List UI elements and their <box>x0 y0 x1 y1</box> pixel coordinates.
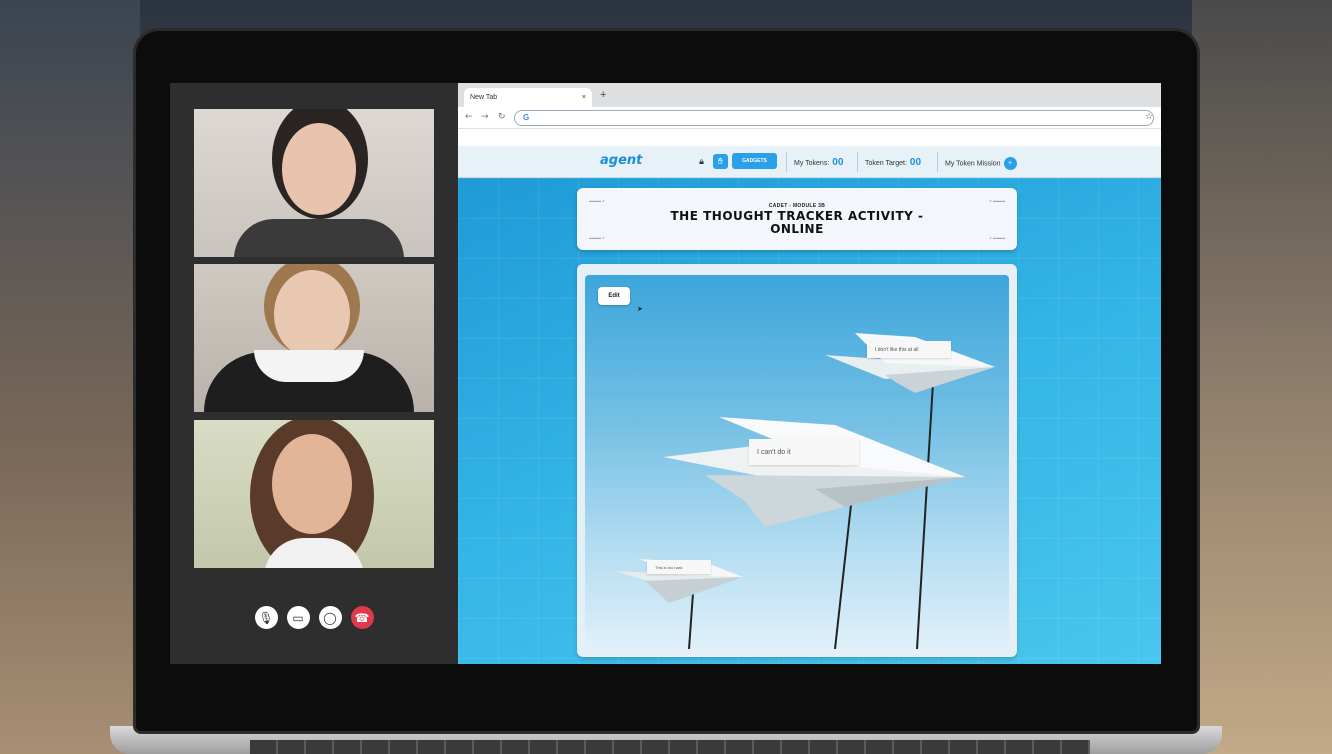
microphone-icon: 🎙 <box>258 610 274 625</box>
new-tab-button[interactable]: + <box>600 89 606 101</box>
participant-video-1 <box>194 109 434 257</box>
token-target: Token Target: 00 <box>865 157 922 168</box>
bookmark-star-icon[interactable]: ☆ <box>1145 111 1153 122</box>
camera-button[interactable]: ▭ <box>286 606 310 629</box>
token-mission[interactable]: My Token Mission + <box>945 157 1017 170</box>
background-left <box>0 0 140 754</box>
thought-sky-canvas: I don't like this at all I can't do it T… <box>585 275 1009 649</box>
agent-logo: agent <box>600 153 643 168</box>
paper-plane-2 <box>663 417 965 527</box>
tab-new-tab[interactable]: New Tab × <box>464 88 592 107</box>
thought-label-1[interactable]: I don't like this at all <box>867 341 951 358</box>
back-icon[interactable]: ← <box>465 112 473 122</box>
hangup-button[interactable]: ☎ <box>350 606 374 629</box>
activity-title: THE THOUGHT TRACKER ACTIVITY - ONLINE <box>670 209 924 236</box>
app-header: agent 🔒︎ ✋︎ GADGETS My Tokens: 00 Token T… <box>458 146 1161 178</box>
browser-window: New Tab × + ← → ↻ G ☆ agent 🔒︎ ✋︎ GADGET… <box>458 83 1161 664</box>
tab-title: New Tab <box>470 94 498 101</box>
hand-icon[interactable]: ✋︎ <box>713 154 728 169</box>
tab-strip: New Tab × + <box>458 83 1161 107</box>
thought-label-3[interactable]: This is too hard <box>647 560 711 574</box>
chat-bubble-icon: ◯ <box>323 610 337 625</box>
lock-icon[interactable]: 🔒︎ <box>694 154 709 169</box>
tab-close-icon[interactable]: × <box>582 94 586 101</box>
plane-string-3 <box>688 592 694 649</box>
participant-video-3 <box>194 420 434 568</box>
laptop-keyboard <box>250 740 1090 754</box>
activity-title-card: ▬▬▬ ◂ ▸ ▬▬▬ ▬▬▬ ◂ ▸ ▬▬▬ CADET - MODULE 3… <box>577 188 1017 250</box>
mouse-cursor-icon: ➤ <box>637 306 643 313</box>
background-right <box>1192 0 1332 754</box>
activity-stage: ▬▬▬ ◂ ▸ ▬▬▬ ▬▬▬ ◂ ▸ ▬▬▬ CADET - MODULE 3… <box>458 178 1161 664</box>
plane-string-2 <box>834 504 852 649</box>
video-call-panel: 🎙 ▭ ◯ ☎ <box>170 83 458 664</box>
address-bar[interactable]: G <box>514 110 1154 126</box>
token-target-value: 00 <box>909 157 922 168</box>
activity-panel: I don't like this at all I can't do it T… <box>577 264 1017 657</box>
mic-button[interactable]: 🎙 <box>254 606 278 629</box>
my-tokens-value: 00 <box>832 157 844 168</box>
phone-hangup-icon: ☎ <box>354 610 370 625</box>
my-tokens: My Tokens: 00 <box>794 157 844 168</box>
chat-button[interactable]: ◯ <box>318 606 342 629</box>
participant-video-2 <box>194 264 434 412</box>
address-toolbar: ← → ↻ G ☆ <box>458 107 1161 129</box>
call-controls: 🎙 ▭ ◯ ☎ <box>170 606 458 629</box>
edit-button[interactable]: Edit <box>598 287 630 305</box>
gadgets-button[interactable]: GADGETS <box>732 153 777 169</box>
reload-icon[interactable]: ↻ <box>498 112 506 122</box>
laptop-screen: 🎙 ▭ ◯ ☎ New Tab × + ← → ↻ G ☆ agent 🔒︎ ✋… <box>170 83 1161 664</box>
forward-icon[interactable]: → <box>481 112 489 122</box>
video-camera-icon: ▭ <box>292 610 304 625</box>
plane-string-1 <box>916 382 934 649</box>
mission-add-icon[interactable]: + <box>1003 157 1017 170</box>
thought-label-2[interactable]: I can't do it <box>749 439 859 465</box>
